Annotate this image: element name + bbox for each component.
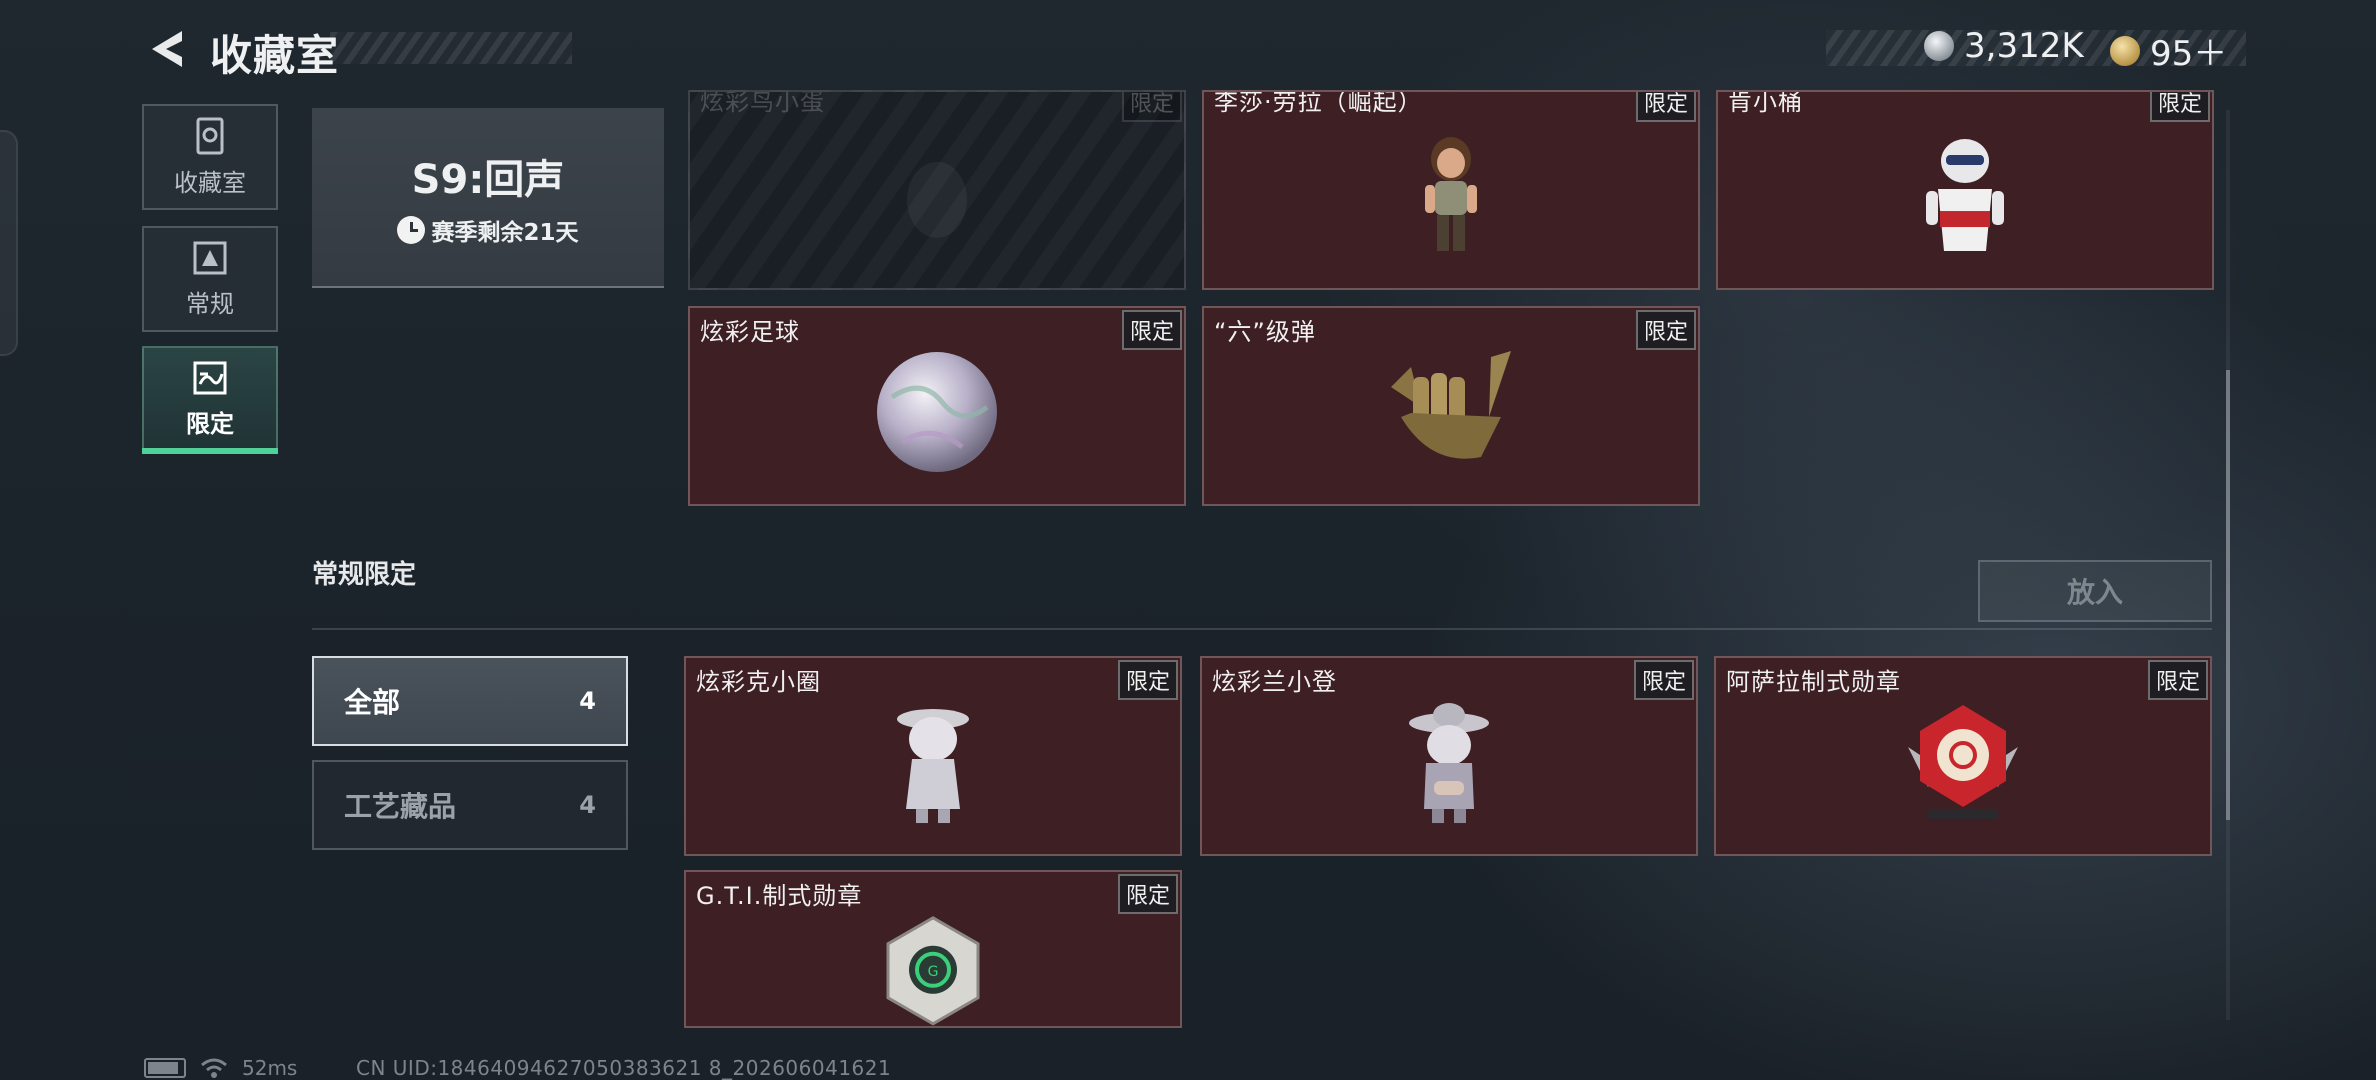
item-name: 阿萨拉制式勋章: [1726, 668, 1901, 696]
bullet-hand-icon: [1371, 347, 1531, 481]
ping-value: 52ms: [242, 1056, 298, 1080]
svg-text:G: G: [928, 964, 939, 980]
collectible-card[interactable]: 李莎·劳拉（崛起） 限定: [1202, 90, 1700, 290]
season-remaining: 赛季剩余21天: [397, 213, 579, 247]
currency-gold[interactable]: 95＋: [2110, 26, 2227, 75]
item-name: 炫彩足球: [700, 318, 800, 346]
title-decoration: [330, 32, 572, 64]
filter-label: 全部: [344, 686, 401, 719]
bucket-figure-icon: [1920, 131, 2010, 265]
item-name: G.T.I.制式勋章: [696, 882, 863, 910]
item-name: 炫彩兰小登: [1212, 668, 1337, 696]
season-info-box: S9:回声 赛季剩余21天: [312, 108, 664, 288]
doll-figure-icon: [888, 697, 978, 831]
collection-icon: [196, 117, 224, 154]
limited-badge: 限定: [1635, 92, 1696, 122]
limited-badge: 限定: [2149, 92, 2210, 122]
limited-badge: 限定: [1121, 310, 1182, 350]
lara-figure-icon: [1411, 131, 1491, 265]
limited-badge: 限定: [1117, 874, 1178, 914]
limited-icon: [193, 361, 227, 394]
filter-label: 工艺藏品: [344, 790, 457, 823]
wifi-icon: [201, 1058, 227, 1078]
item-name: 肯小桶: [1728, 90, 1803, 116]
season-remaining-text: 赛季剩余21天: [431, 220, 579, 246]
silver-coin-icon: [1924, 31, 1954, 61]
user-uid: CN UID:18464094627050383621 8_2026060416…: [356, 1056, 892, 1080]
nav-active-indicator: [142, 448, 278, 454]
collectible-card[interactable]: “六”级弹 限定: [1202, 306, 1700, 506]
regular-icon: [193, 241, 227, 274]
put-in-button[interactable]: 放入: [1978, 560, 2212, 622]
item-name: 炫彩鸟小蛋: [700, 90, 825, 116]
football-icon: [872, 347, 1002, 481]
item-name: 炫彩克小圈: [696, 668, 821, 696]
back-arrow-icon: [152, 31, 182, 67]
collectible-card[interactable]: 炫彩足球 限定: [688, 306, 1186, 506]
filter-all[interactable]: 全部 4: [312, 656, 628, 746]
scrollbar-thumb[interactable]: [2226, 370, 2230, 820]
collectible-card[interactable]: G G.T.I.制式勋章 限定: [684, 870, 1182, 1028]
collectible-card[interactable]: 炫彩克小圈 限定: [684, 656, 1182, 856]
section-title: 常规限定: [312, 560, 417, 590]
section-divider: [312, 628, 2212, 630]
currency-silver[interactable]: 3,312K: [1924, 26, 2084, 66]
nav-item-regular[interactable]: 常规: [142, 226, 278, 332]
collectible-card-locked[interactable]: 炫彩鸟小蛋 限定: [688, 90, 1186, 290]
limited-badge: 限定: [1121, 92, 1182, 122]
battery-icon: [144, 1058, 186, 1078]
page-title: 收藏室: [210, 31, 340, 80]
collectible-card[interactable]: 肯小桶 限定: [1716, 90, 2214, 290]
asala-medal-icon: [1898, 697, 2028, 831]
item-name: “六”级弹: [1214, 318, 1316, 346]
limited-badge: 限定: [2147, 660, 2208, 700]
nav-label-collection: 收藏室: [174, 168, 246, 197]
collectible-card[interactable]: 炫彩兰小登 限定: [1200, 656, 1698, 856]
filter-craft-collectibles[interactable]: 工艺藏品 4: [312, 760, 628, 850]
side-edge-handle[interactable]: [0, 130, 18, 356]
nav-label-limited: 限定: [186, 409, 234, 438]
back-button[interactable]: [142, 26, 192, 72]
gold-coin-icon: [2110, 35, 2140, 66]
currency-silver-value: 3,312K: [1964, 26, 2084, 66]
limited-badge: 限定: [1633, 660, 1694, 700]
nav-label-regular: 常规: [186, 289, 234, 318]
item-name: 李莎·劳拉（崛起）: [1214, 90, 1423, 116]
season-title: S9:回声: [411, 157, 565, 203]
nav-item-collection[interactable]: 收藏室: [142, 104, 278, 210]
nav-item-limited[interactable]: 限定: [142, 346, 278, 452]
status-bar: 52ms: [144, 1056, 297, 1080]
egg-figure-icon: [892, 140, 982, 254]
gti-medal-icon: G: [878, 912, 988, 1026]
currency-gold-value: 95＋: [2150, 34, 2228, 74]
sombrero-figure-icon: [1404, 697, 1494, 831]
limited-badge: 限定: [1117, 660, 1178, 700]
filter-count: 4: [579, 791, 596, 819]
collectible-card[interactable]: 阿萨拉制式勋章 限定: [1714, 656, 2212, 856]
clock-icon: [397, 216, 426, 244]
limited-badge: 限定: [1635, 310, 1696, 350]
filter-count: 4: [579, 687, 596, 715]
